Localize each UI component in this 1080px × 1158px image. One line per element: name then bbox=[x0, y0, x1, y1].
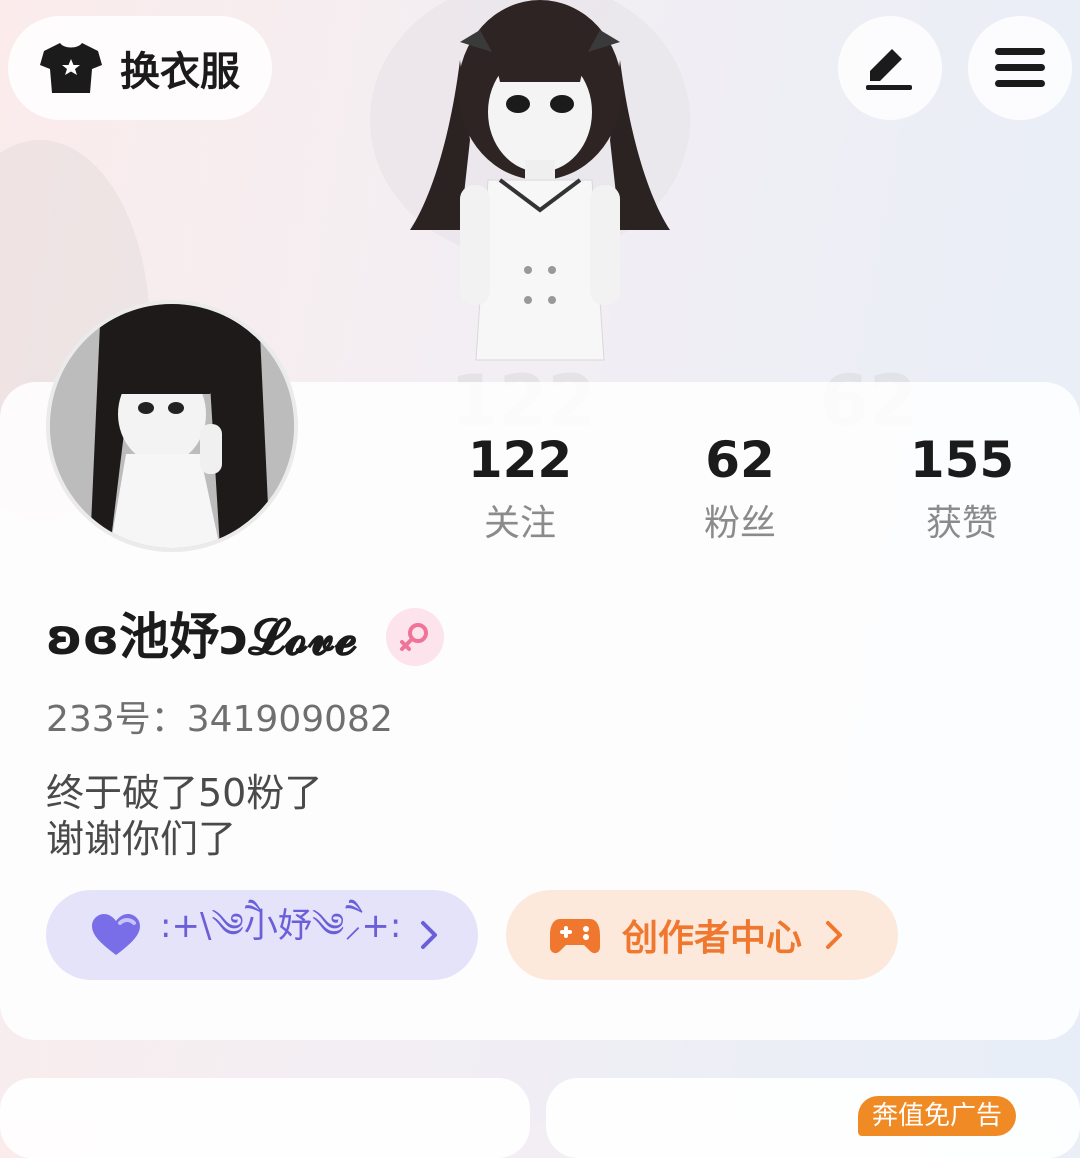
likes-label: 获赞 bbox=[925, 503, 998, 544]
avatar[interactable] bbox=[46, 300, 298, 552]
chevron-right-icon bbox=[419, 919, 439, 951]
followers-label: 粉丝 bbox=[703, 503, 776, 544]
following-label: 关注 bbox=[483, 503, 556, 544]
user-id: 233号：341909082 bbox=[46, 699, 393, 740]
likes-count: 155 bbox=[909, 431, 1015, 489]
heart-badge-button[interactable]: :+\༄ཻ小妤༄ཻ⸝+: bbox=[46, 890, 478, 980]
edit-profile-button[interactable] bbox=[838, 16, 942, 120]
ad-free-badge: 奔值免广告 bbox=[858, 1096, 1017, 1136]
bio-line: 终于破了50粉了 bbox=[46, 771, 323, 815]
hamburger-menu-icon bbox=[995, 48, 1045, 87]
avatar-3d-figure bbox=[410, 0, 670, 361]
gender-badge bbox=[386, 608, 444, 666]
following-count: 122 bbox=[467, 431, 573, 489]
stat-followers[interactable]: 62 粉丝 bbox=[640, 432, 840, 546]
heart-icon bbox=[92, 914, 140, 955]
stat-likes[interactable]: 155 获赞 bbox=[862, 432, 1062, 546]
creator-center-label: 创作者中心 bbox=[622, 918, 803, 959]
gamepad-icon bbox=[550, 919, 600, 954]
bio-line: 谢谢你们了 bbox=[46, 817, 237, 861]
followers-count: 62 bbox=[705, 431, 775, 489]
dress-up-label: 换衣服 bbox=[120, 49, 240, 95]
pencil-icon bbox=[866, 49, 912, 90]
heart-badge-label: :+\༄ཻ小妤༄ཻ⸝+: bbox=[160, 906, 402, 946]
nickname: ʚɞ池妤ↄ𝓛𝓸𝓿𝓮 bbox=[46, 608, 358, 666]
tshirt-icon bbox=[40, 43, 102, 93]
female-icon bbox=[400, 623, 428, 651]
stat-following[interactable]: 122 关注 bbox=[420, 432, 620, 546]
chevron-right-icon bbox=[824, 919, 844, 951]
bio: 终于破了50粉了 谢谢你们了 bbox=[46, 770, 322, 862]
dress-up-button[interactable]: 换衣服 bbox=[8, 16, 272, 120]
menu-button[interactable] bbox=[968, 16, 1072, 120]
creator-center-button[interactable]: 创作者中心 bbox=[506, 890, 898, 980]
bottom-card-left[interactable] bbox=[0, 1078, 530, 1158]
avatar-image bbox=[50, 304, 294, 548]
